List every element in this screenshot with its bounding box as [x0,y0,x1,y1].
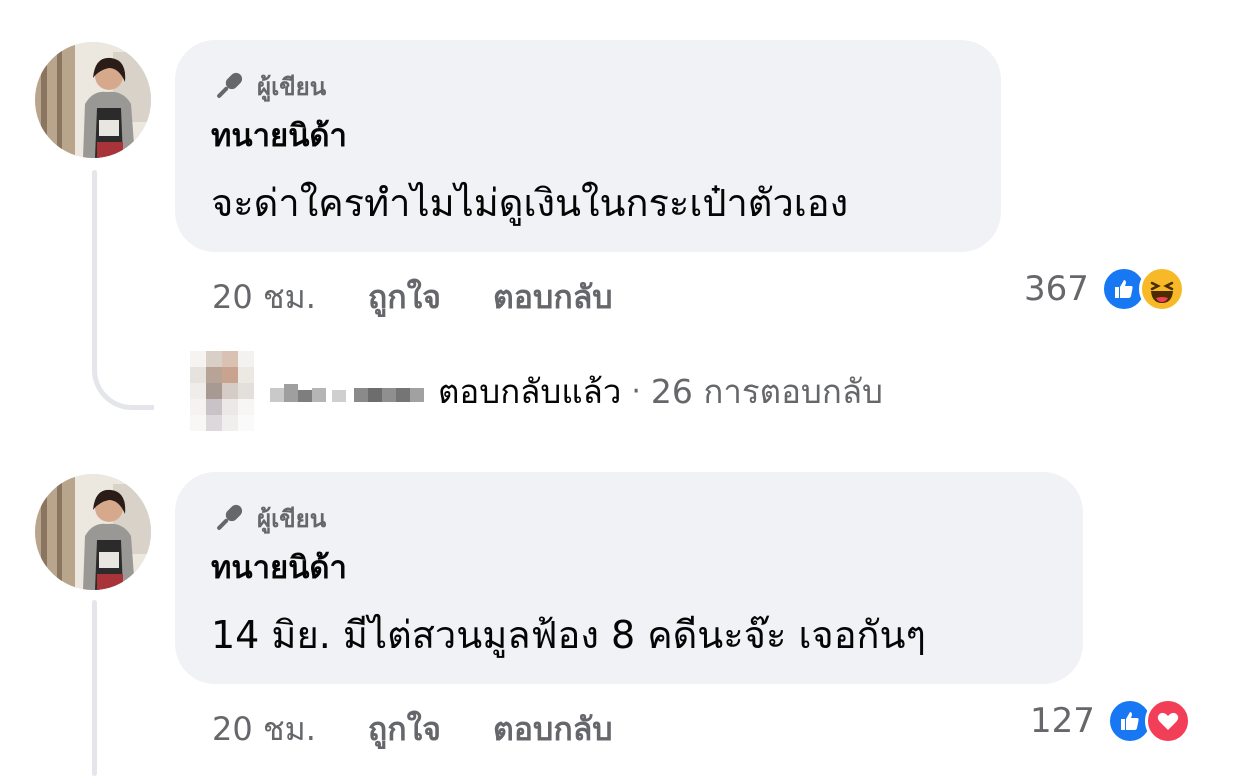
comment-bubble: ผู้เขียน ทนายนิด้า จะด่าใครทำไมไม่ดูเงิน… [175,40,1001,252]
thread-line [92,600,97,776]
reply-count: 26 การตอบกลับ [650,371,883,411]
replied-label: ตอบกลับแล้ว [438,371,622,411]
author-badge-label: ผู้เขียน [257,72,327,101]
author-badge: ผู้เขียน [211,498,1047,538]
thread-line [92,170,97,340]
author-name[interactable]: ทนายนิด้า [211,110,965,160]
reaction-count: 127 [1030,701,1095,741]
avatar-photo [35,474,151,590]
comment-bubble: ผู้เขียน ทนายนิด้า 14 มิย. มีไต่สวนมูลฟ้… [175,472,1083,684]
comment-text: 14 มิย. มีไต่สวนมูลฟ้อง 8 คดีนะจ๊ะ เจอกั… [211,613,926,657]
like-button[interactable]: ถูกใจ [368,272,441,323]
reaction-summary[interactable]: 127 [1030,698,1191,744]
author-badge: ผู้เขียน [211,66,965,106]
microphone-icon [217,72,243,98]
comment-actions: 20 ชม. ถูกใจ ตอบกลับ [212,704,665,755]
like-button[interactable]: ถูกใจ [368,704,441,755]
view-replies-link[interactable]: ตอบกลับแล้ว · 26 การตอบกลับ [190,346,883,436]
avatar-photo [35,42,151,158]
reaction-count: 367 [1024,269,1089,309]
haha-reaction-icon [1138,266,1185,312]
reaction-summary[interactable]: 367 [1024,266,1185,312]
author-avatar[interactable] [35,42,151,158]
author-name[interactable]: ทนายนิด้า [211,542,1047,592]
replier-name-blurred [270,376,430,406]
replier-avatar-blurred [190,351,254,431]
comment-timestamp[interactable]: 20 ชม. [212,272,316,323]
author-avatar[interactable] [35,474,151,590]
comment-actions: 20 ชม. ถูกใจ ตอบกลับ [212,272,665,323]
thread-curve [92,330,154,410]
reply-button[interactable]: ตอบกลับ [493,272,613,323]
love-reaction-icon [1144,698,1191,744]
reply-button[interactable]: ตอบกลับ [493,704,613,755]
comment-text: จะด่าใครทำไมไม่ดูเงินในกระเป๋าตัวเอง [211,181,849,225]
separator-dot: · [631,373,641,409]
comment-timestamp[interactable]: 20 ชม. [212,704,316,755]
microphone-icon [217,504,243,530]
author-badge-label: ผู้เขียน [257,504,327,533]
